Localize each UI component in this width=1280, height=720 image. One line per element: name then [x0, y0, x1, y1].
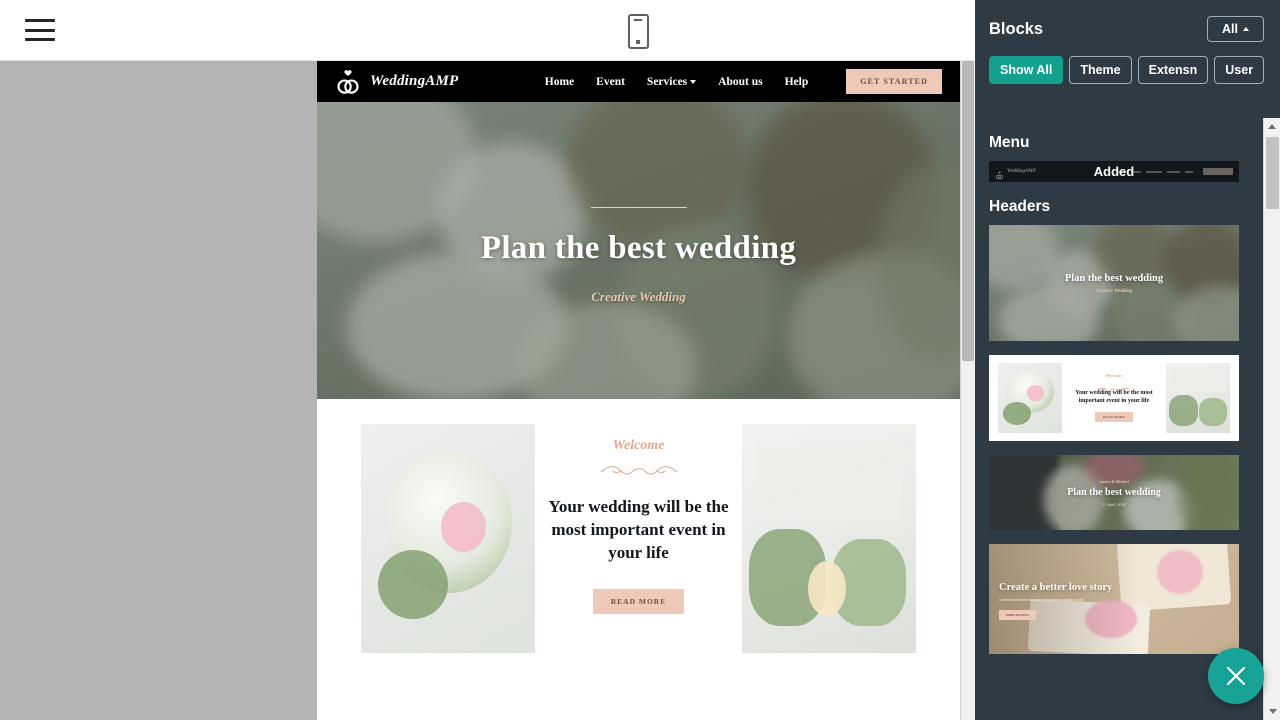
group-title-headers: Headers [989, 198, 1051, 215]
thumb-hands-title: Plan the best wedding [1067, 486, 1161, 498]
nav-item-services-label: Services [646, 75, 688, 88]
get-started-button[interactable]: GET STARTED [846, 69, 942, 94]
filter-chip-extensn[interactable]: Extensn [1137, 56, 1209, 84]
thumb-gifts-description: Lorem ipsum dolor sit amet, consectetur … [999, 598, 1085, 602]
close-panel-button[interactable] [1208, 648, 1264, 704]
site-brand-name: WeddingAMP [370, 73, 459, 89]
nav-item-services[interactable]: Services [646, 75, 697, 88]
close-icon [1226, 666, 1246, 686]
thumb-gifts-button: MORE DETAILS [999, 609, 1037, 620]
scroll-up-arrow-icon[interactable] [1264, 118, 1280, 135]
editor-canvas: WeddingAMP Home Event Services About us … [0, 61, 975, 720]
thumb-welcome-button: READ MORE [1094, 412, 1134, 423]
nav-item-event[interactable]: Event [596, 76, 625, 88]
thumb-welcome-kicker: Welcome [1105, 372, 1123, 378]
site-nav-links: Home Event Services About us Help GET ST… [545, 69, 942, 94]
added-badge: Added [989, 161, 1239, 182]
hamburger-icon[interactable] [25, 19, 55, 41]
read-more-button[interactable]: READ MORE [592, 588, 685, 614]
blocks-panel-scrollbar[interactable] [1263, 118, 1280, 720]
preview-scrollbar[interactable] [960, 61, 975, 720]
group-title-menu: Menu [989, 134, 1030, 151]
nav-item-help[interactable]: Help [785, 76, 809, 88]
ornament-divider-icon [1096, 380, 1132, 392]
thumb-hands-pretitle: Jessica & Michael [1099, 478, 1129, 484]
hero-section: Plan the best wedding Creative Wedding [317, 102, 960, 399]
all-filter-dropdown[interactable]: All [1207, 16, 1264, 42]
filter-chip-show-all[interactable]: Show All [989, 56, 1064, 84]
welcome-kicker: Welcome [612, 438, 665, 453]
block-thumb-header-welcome[interactable]: Welcome Your wedding will be the most im… [989, 355, 1266, 441]
ornament-divider-icon [599, 464, 679, 478]
preview-scrollbar-thumb[interactable] [962, 61, 974, 361]
thumb-welcome-image-left [998, 363, 1062, 433]
site-navbar: WeddingAMP Home Event Services About us … [317, 61, 960, 102]
thumb-hero-subtitle: Creative Wedding [1095, 288, 1133, 294]
welcome-image-right [742, 424, 916, 653]
added-badge-label: Added [1093, 164, 1135, 179]
block-thumb-header-gifts[interactable]: Create a better love story Lorem ipsum d… [989, 544, 1266, 654]
chevron-up-icon [1243, 27, 1249, 31]
blocks-panel-header: Blocks All [975, 0, 1280, 42]
blocks-panel-title: Blocks [989, 19, 1044, 38]
welcome-section: Welcome Your wedding will be the most im… [317, 399, 960, 653]
blocks-list[interactable]: Menu WeddingAMP [975, 118, 1280, 720]
hero-subtitle: Creative Wedding [591, 288, 686, 304]
hero-title: Plan the best wedding [480, 229, 797, 266]
thumb-gifts-title: Create a better love story [999, 582, 1113, 593]
block-thumb-header-hands[interactable]: Jessica & Michael Plan the best wedding … [989, 455, 1266, 530]
welcome-content: Welcome Your wedding will be the most im… [535, 424, 742, 614]
thumb-hands-subtitle: 11 April, 2018 [1102, 501, 1126, 507]
chevron-down-icon [690, 79, 697, 84]
hero-divider [590, 206, 687, 208]
app-root: WeddingAMP Home Event Services About us … [0, 0, 1280, 720]
thumb-hero-title: Plan the best wedding [1064, 272, 1164, 284]
nav-item-about-us[interactable]: About us [718, 76, 762, 88]
scroll-down-arrow-icon[interactable] [1264, 703, 1280, 720]
filter-chip-user[interactable]: User [1214, 56, 1265, 84]
site-brand[interactable]: WeddingAMP [335, 68, 458, 96]
mobile-preview-icon[interactable] [624, 11, 652, 51]
blocks-filter-chips: Show All Theme Extensn User [975, 42, 1280, 84]
welcome-image-left [361, 424, 535, 653]
welcome-heading: Your wedding will be the most important … [548, 497, 729, 562]
blocks-panel: Blocks All Show All Theme Extensn User M… [975, 0, 1280, 720]
block-thumb-header-hero[interactable]: Plan the best wedding Creative Wedding [989, 225, 1266, 341]
thumb-welcome-heading: Your wedding will be the most important … [1075, 389, 1153, 404]
editor-toolbar [0, 0, 975, 61]
blocks-panel-scrollbar-thumb[interactable] [1266, 137, 1279, 209]
site-preview: WeddingAMP Home Event Services About us … [317, 61, 960, 720]
all-filter-label: All [1222, 22, 1238, 36]
block-thumb-menu[interactable]: WeddingAMP Added [989, 161, 1266, 182]
thumb-welcome-image-right [1166, 363, 1230, 433]
nav-item-home[interactable]: Home [545, 76, 574, 88]
wedding-rings-heart-icon [335, 68, 361, 96]
filter-chip-theme[interactable]: Theme [1069, 56, 1132, 84]
